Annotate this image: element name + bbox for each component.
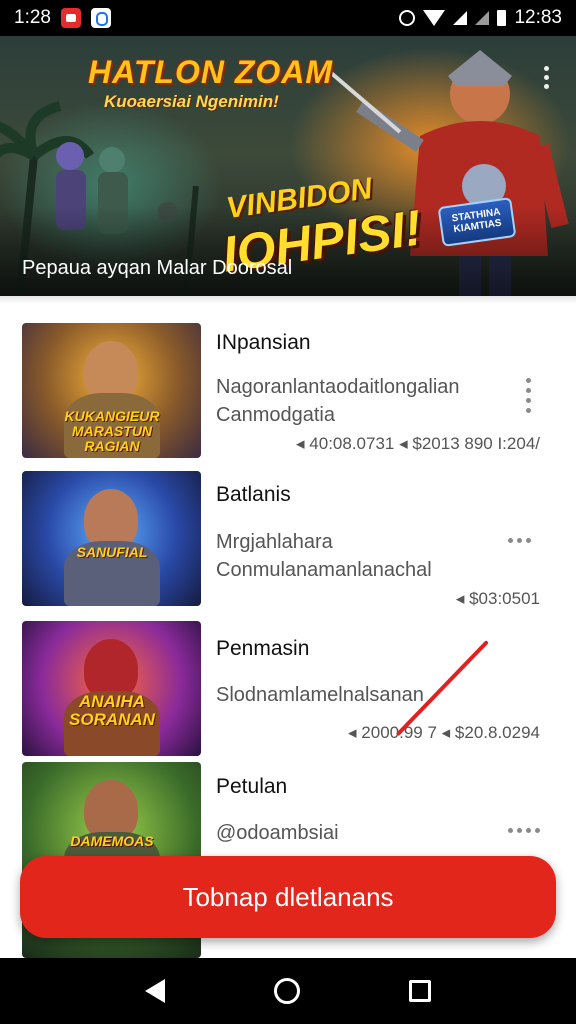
- more-options-icon[interactable]: [508, 828, 542, 833]
- banner-caption: Pepaua ayqan Malar Doorosal: [22, 257, 293, 279]
- game-thumbnail[interactable]: SANUFIAL: [22, 471, 201, 606]
- signal-secondary-icon: [475, 11, 490, 25]
- signal-icon: [453, 11, 468, 25]
- game-desc-line1: Nagoranlantaodaitlongalian: [216, 376, 460, 398]
- banner-more-icon[interactable]: [544, 66, 550, 89]
- system-nav-bar: [0, 958, 576, 1024]
- status-right: 12:83: [399, 7, 562, 29]
- game-thumbnail[interactable]: KUKANGIEUR MARASTUN RAGIAN: [22, 323, 201, 458]
- game-stats: ◂ 40:08.0731 ◂ $2013 890 I:204/: [296, 434, 540, 453]
- primary-cta-button[interactable]: Tobnap dletlanans: [20, 856, 556, 938]
- app-notification-red-icon: [60, 8, 81, 28]
- thumbnail-logo: DAMEMOAS: [70, 833, 154, 849]
- back-icon[interactable]: [144, 979, 165, 1003]
- status-clock: 12:83: [514, 7, 562, 28]
- status-time-left: 1:28: [14, 7, 51, 28]
- thumbnail-logo: ANAIHA SORANAN: [69, 692, 155, 729]
- game-desc-line1: Slodnamlamelnalsanan: [216, 684, 424, 706]
- game-desc-line2: Conmulanamanlanachal: [216, 559, 432, 581]
- thumbnail-logo: SANUFIAL: [76, 544, 148, 560]
- featured-banner[interactable]: HATLON ZOAM Kuoaersiai Ngenimin! VINBIDO…: [0, 36, 576, 296]
- game-desc-line1: @odoambsiai: [216, 822, 339, 844]
- thumbnail-logo: KUKANGIEUR MARASTUN RAGIAN: [64, 408, 160, 454]
- game-desc-line2: Canmodgatia: [216, 404, 335, 426]
- game-title: Penmasin: [216, 637, 310, 660]
- status-bar: 1:28 12:83: [0, 0, 576, 36]
- more-options-icon[interactable]: [508, 538, 542, 543]
- recents-icon[interactable]: [409, 980, 432, 1002]
- game-stat2: $03:0501: [469, 589, 540, 608]
- game-title: Batlanis: [216, 483, 291, 506]
- game-stats: ◂ 2000:99 7 ◂ $20.8.0294: [348, 723, 540, 742]
- banner-title: HATLON ZOAM: [88, 54, 334, 90]
- game-title: Petulan: [216, 775, 288, 798]
- alarm-icon: [399, 10, 416, 26]
- app-notification-blue-icon: [90, 8, 111, 28]
- list-divider: [0, 296, 576, 304]
- battery-icon: [497, 10, 507, 26]
- game-stat2: $20.8.0294: [454, 723, 540, 742]
- more-options-icon[interactable]: [526, 378, 534, 413]
- banner-subtitle: Kuoaersiai Ngenimin!: [104, 92, 279, 111]
- status-left: 1:28: [14, 7, 111, 29]
- game-stats: ◂ $03:0501: [455, 589, 540, 608]
- game-title: INpansian: [216, 331, 311, 354]
- home-icon[interactable]: [273, 978, 300, 1004]
- game-stat2: $2013 890 I:204/: [412, 434, 540, 453]
- game-desc-line1: Mrgjahlahara: [216, 531, 333, 553]
- game-thumbnail[interactable]: ANAIHA SORANAN: [22, 621, 201, 756]
- game-stat1: 40:08.0731: [309, 434, 395, 453]
- wifi-icon: [423, 10, 446, 26]
